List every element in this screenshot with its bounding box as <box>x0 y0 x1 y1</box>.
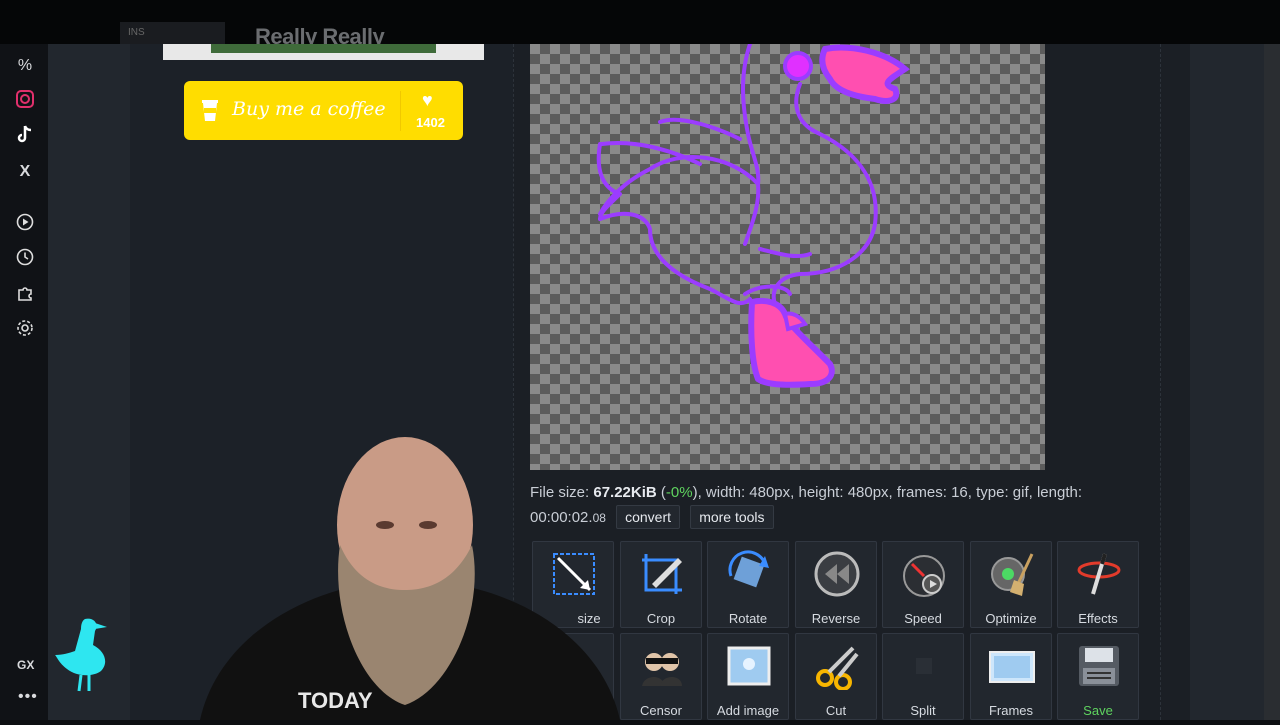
file-size-change: -0% <box>665 484 693 501</box>
tool-speed-button[interactable]: Speed <box>882 541 964 628</box>
ad-banner[interactable] <box>163 44 484 60</box>
file-details: , width: 480px, height: 480px, frames: 1… <box>697 484 1082 501</box>
webcam-overlay: TODAY <box>200 430 620 720</box>
censor-icon <box>642 653 682 686</box>
settings-icon[interactable] <box>12 319 38 343</box>
tool-add-image-button[interactable]: Add image <box>707 633 789 720</box>
heart-icon: ♥ <box>422 90 433 110</box>
tool-label: Add image <box>716 703 780 718</box>
buy-me-a-coffee-button[interactable]: Buy me a coffee ♥ 1402 <box>184 81 463 140</box>
magic-wand-icon <box>1077 553 1121 595</box>
svg-text:TODAY: TODAY <box>298 688 373 713</box>
browser-top-bar: INS Really Really <box>0 0 1280 49</box>
tool-label: Split <box>910 703 936 718</box>
more-options-icon[interactable]: ••• <box>18 688 38 706</box>
goose-drawing <box>596 42 910 388</box>
coffee-label: Buy me a coffee <box>232 98 386 120</box>
reverse-icon <box>814 551 860 597</box>
history-icon[interactable] <box>12 248 38 272</box>
tool-label: Censor <box>640 703 682 718</box>
play-icon[interactable] <box>12 213 38 237</box>
browser-sidebar: % X <box>0 44 48 720</box>
rotate-icon <box>728 550 769 588</box>
more-tools-button[interactable]: more tools <box>690 505 774 529</box>
percent-icon[interactable]: % <box>12 54 38 78</box>
window-edge <box>1264 44 1280 720</box>
tool-label: Speed <box>904 611 942 626</box>
tool-rotate-button[interactable]: Rotate <box>707 541 789 628</box>
coffee-cup-icon <box>202 100 218 121</box>
tab-thumbnail[interactable]: INS <box>120 22 225 44</box>
speedometer-icon <box>903 555 945 597</box>
tool-label: Rotate <box>728 611 768 626</box>
tool-label: Optimize <box>985 611 1037 626</box>
tool-label: Save <box>1083 703 1113 718</box>
instagram-icon[interactable] <box>12 90 38 114</box>
convert-button[interactable]: convert <box>616 505 681 529</box>
tiktok-icon[interactable] <box>12 125 38 149</box>
tool-effects-button[interactable]: Effects <box>1057 541 1139 628</box>
tool-split-button[interactable]: Split <box>882 633 964 720</box>
x-icon[interactable]: X <box>12 160 38 184</box>
save-disk-icon <box>1079 646 1119 686</box>
tool-label: Reverse <box>811 611 861 626</box>
tool-optimize-button[interactable]: Optimize <box>970 541 1052 628</box>
crop-icon <box>642 554 682 594</box>
tool-reverse-button[interactable]: Reverse <box>795 541 877 628</box>
file-info: File size: 67.22KiB (-0%), width: 480px,… <box>530 480 1170 531</box>
gif-preview[interactable] <box>530 42 1045 470</box>
tool-crop-button[interactable]: Crop <box>620 541 702 628</box>
tool-label: Cut <box>825 703 847 718</box>
tool-censor-button[interactable]: Censor <box>620 633 702 720</box>
goose-icon <box>55 618 107 692</box>
frames-icon <box>989 651 1035 683</box>
broom-icon <box>991 553 1034 596</box>
split-icon <box>916 658 932 674</box>
scissors-icon <box>816 646 859 690</box>
tool-label: Frames <box>988 703 1034 718</box>
tool-label: Crop <box>646 611 676 626</box>
extensions-icon[interactable] <box>12 284 38 308</box>
tool-save-button[interactable]: Save <box>1057 633 1139 720</box>
add-image-icon <box>727 646 771 686</box>
tool-cut-button[interactable]: Cut <box>795 633 877 720</box>
tool-frames-button[interactable]: Frames <box>970 633 1052 720</box>
gx-label[interactable]: GX <box>17 658 34 672</box>
tool-label: Effects <box>1078 611 1118 626</box>
coffee-count: 1402 <box>416 115 445 130</box>
